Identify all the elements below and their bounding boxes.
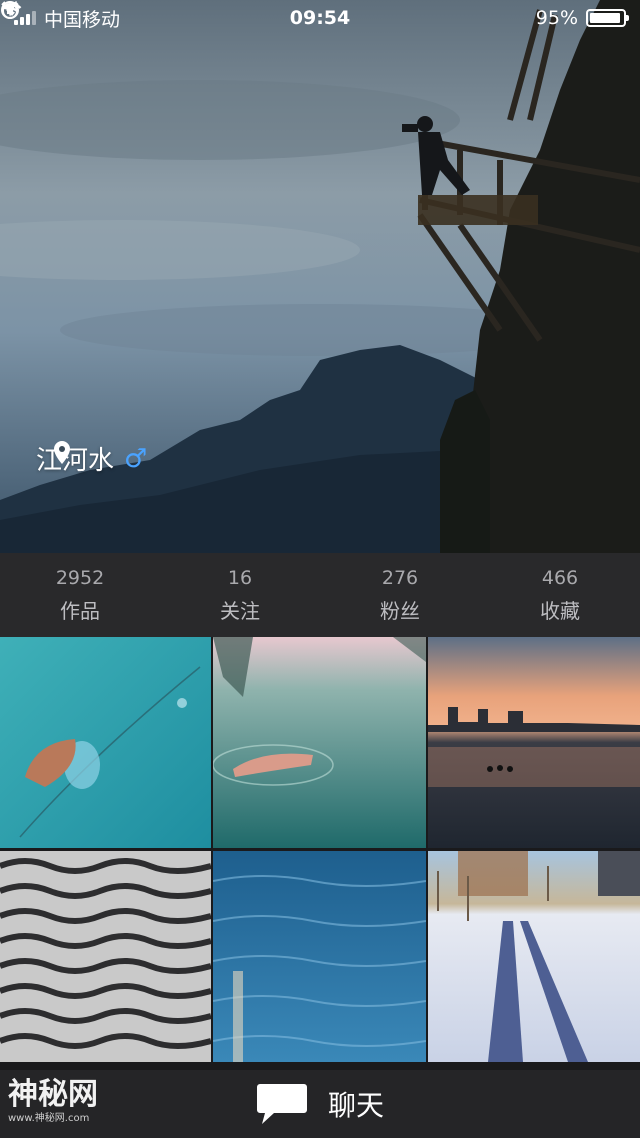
male-gender-icon: ♂ xyxy=(124,443,148,474)
watermark-url: www.神秘网.com xyxy=(8,1113,90,1124)
stat-works[interactable]: 2952 作品 xyxy=(0,553,160,637)
stat-number: 466 xyxy=(541,566,579,589)
chat-button[interactable]: 聊天 xyxy=(256,1082,384,1126)
stat-label: 收藏 xyxy=(540,598,580,623)
photo-thumbnail[interactable] xyxy=(213,851,426,1062)
photo-grid xyxy=(0,637,640,1070)
photo-thumbnail[interactable] xyxy=(428,851,640,1062)
stat-favorites[interactable]: 466 收藏 xyxy=(480,553,640,637)
stat-number: 2952 xyxy=(55,566,105,589)
photo-thumbnail[interactable] xyxy=(213,637,426,848)
chat-bubble-icon xyxy=(256,1084,307,1124)
user-info: 江河水 ♂ xyxy=(36,440,147,477)
alarm-icon xyxy=(1,1,19,19)
stat-label: 粉丝 xyxy=(380,598,420,623)
photo-thumbnail[interactable] xyxy=(428,637,640,848)
photo-thumbnail[interactable] xyxy=(0,851,211,1062)
chat-label: 聊天 xyxy=(327,1089,384,1122)
status-bar: 中国移动 09:54 95% xyxy=(0,0,640,36)
profile-cover: 中国移动 09:54 95% 江河水 ♂ xyxy=(0,0,640,553)
profile-stats: 2952 作品 16 关注 276 粉丝 466 收藏 xyxy=(0,553,640,637)
battery-percent: 95% xyxy=(535,7,578,29)
stat-label: 作品 xyxy=(60,598,100,623)
location-pin-icon[interactable] xyxy=(52,440,72,466)
photo-thumbnail[interactable] xyxy=(0,637,211,848)
stat-label: 关注 xyxy=(220,598,260,623)
stat-number: 276 xyxy=(381,566,419,589)
watermark: 神秘网 www.神秘网.com xyxy=(8,1080,98,1124)
user-name[interactable]: 江河水 xyxy=(36,440,114,477)
carrier-name: 中国移动 xyxy=(44,8,121,31)
watermark-logo: 神秘网 xyxy=(8,1077,98,1112)
stat-followers[interactable]: 276 粉丝 xyxy=(320,553,480,637)
stat-following[interactable]: 16 关注 xyxy=(160,553,320,637)
stat-number: 16 xyxy=(227,566,253,589)
battery-icon xyxy=(586,9,629,27)
